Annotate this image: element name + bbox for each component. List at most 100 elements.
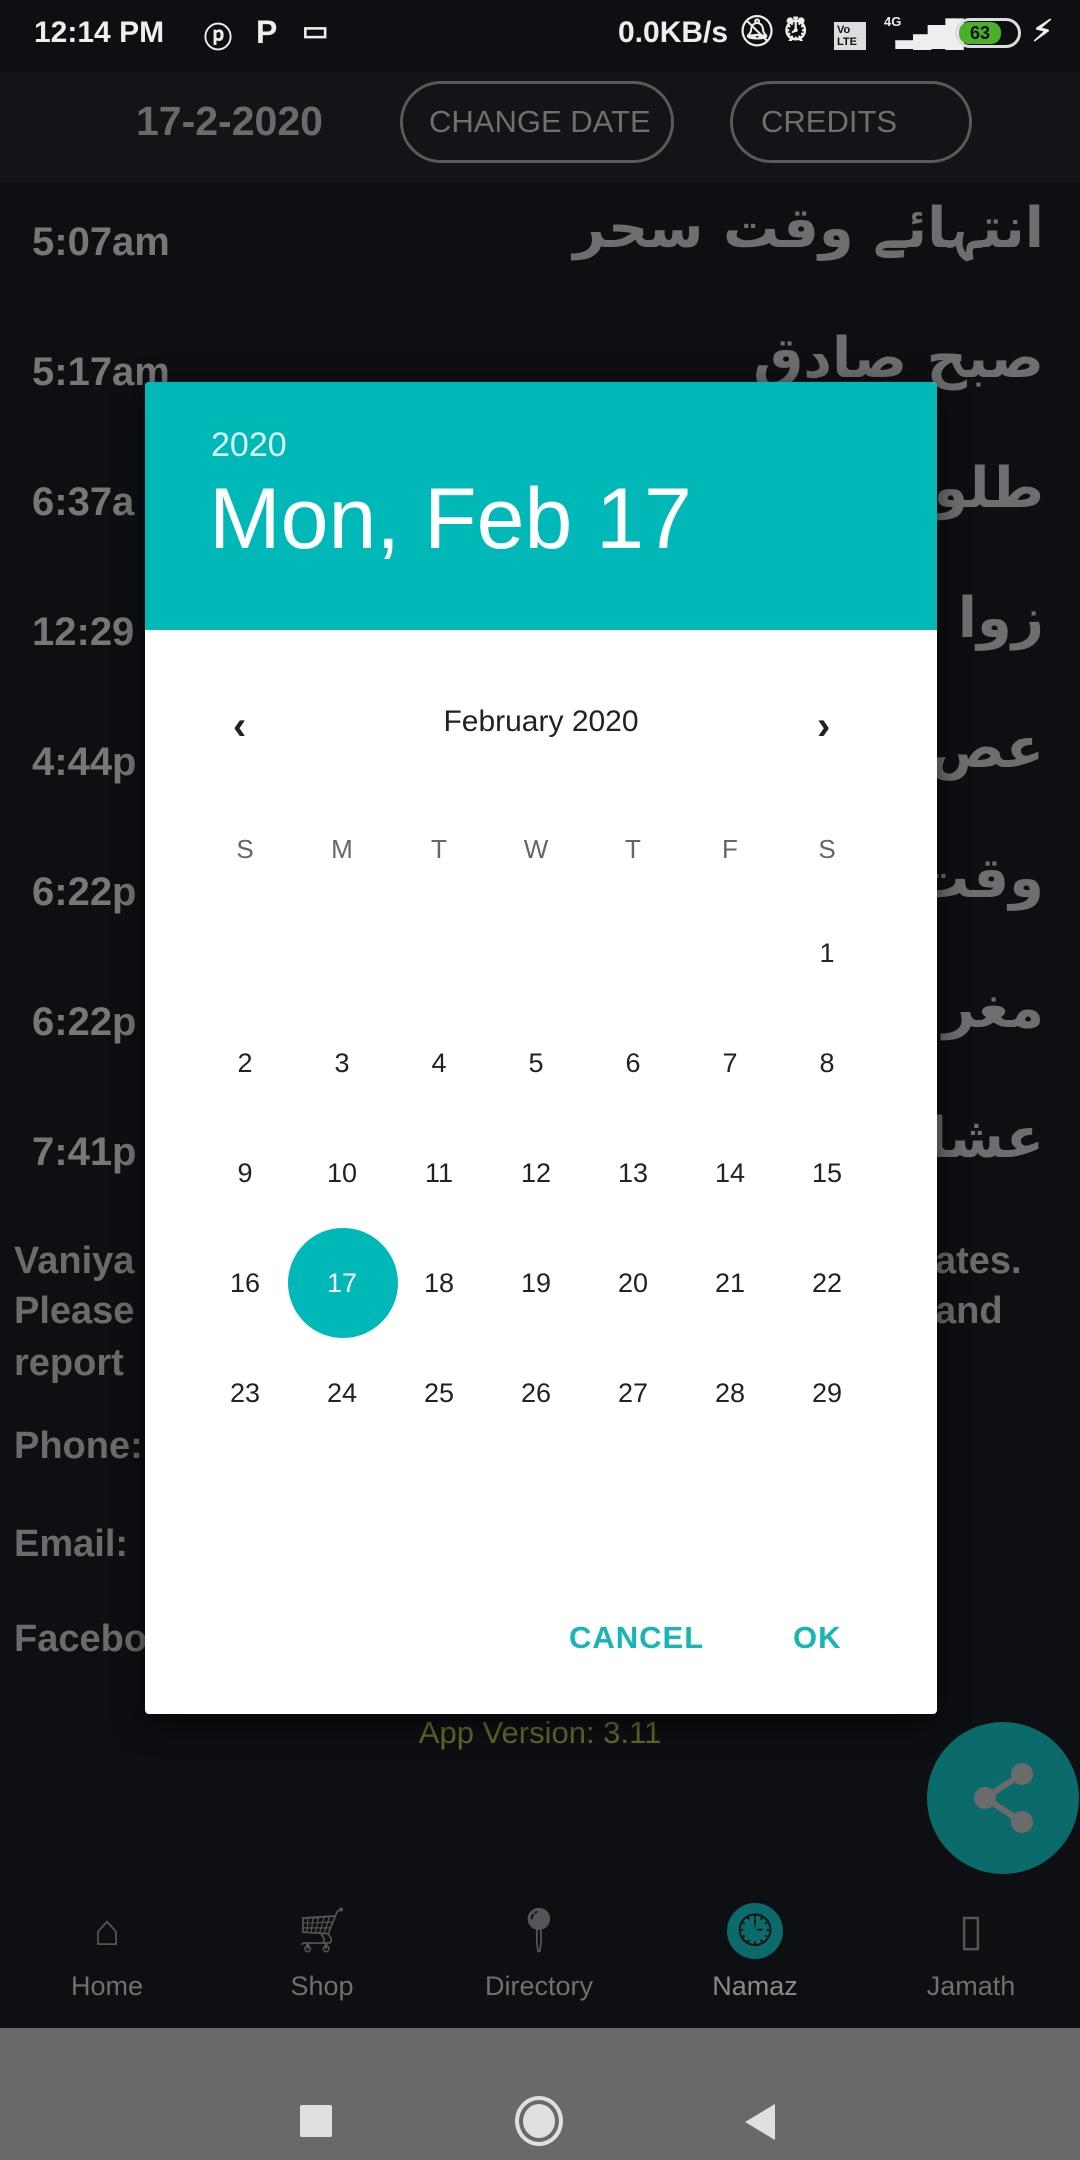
clock-icon: 🕒︎ — [727, 1903, 783, 1959]
info-line: ates. — [935, 1240, 1022, 1282]
home-icon: ⌂ — [93, 1906, 121, 1955]
calendar-day[interactable]: 6 — [585, 1048, 681, 1079]
calendar-day[interactable]: 19 — [488, 1268, 584, 1299]
prayer-name: عص — [929, 716, 1044, 781]
calendar-day[interactable]: 24 — [294, 1378, 390, 1409]
cancel-button[interactable]: CANCEL — [569, 1620, 704, 1656]
calendar-day[interactable]: 11 — [391, 1158, 487, 1189]
credits-button[interactable]: CREDITS — [730, 81, 972, 163]
nav-label: Namaz — [712, 1971, 798, 2001]
volte-icon: Vo LTE — [834, 22, 866, 50]
calendar-day[interactable]: 12 — [488, 1158, 584, 1189]
date-header: 17-2-2020 CHANGE DATE CREDITS — [0, 72, 1080, 182]
calendar-day[interactable]: 3 — [294, 1048, 390, 1079]
prayer-time: 6:22p — [32, 1000, 137, 1044]
nav-label: Jamath — [926, 1971, 1016, 2001]
status-bar: 12:14 PM ⓟ P ▭ 0.0KB/s 🔕︎ ⏰︎ Vo LTE 4G ▂… — [0, 0, 1080, 72]
cart-icon: 🛒︎ — [294, 1906, 350, 1955]
nav-item-directory[interactable]: 📍︎ Directory — [449, 1895, 629, 2028]
home-system-button[interactable] — [515, 2096, 563, 2146]
battery-icon: 63 — [955, 18, 1021, 48]
calendar-day[interactable]: 17 — [294, 1268, 390, 1299]
next-month-button[interactable]: › — [817, 704, 830, 749]
prayer-name: مغر — [942, 976, 1044, 1041]
nav-label: Home — [70, 1971, 144, 2001]
selected-year[interactable]: 2020 — [211, 426, 287, 465]
nav-item-home[interactable]: ⌂ Home — [17, 1895, 197, 2028]
email-label: Email: — [14, 1523, 129, 1565]
bell-muted-icon: 🔕︎ — [738, 15, 777, 48]
prayer-time: 7:41p — [32, 1130, 137, 1174]
current-date: 17-2-2020 — [136, 98, 323, 144]
prayer-time: 6:22p — [32, 870, 137, 914]
nav-item-jamath[interactable]: ▯ Jamath — [881, 1895, 1061, 2028]
calendar-day[interactable]: 5 — [488, 1048, 584, 1079]
calendar-day[interactable]: 26 — [488, 1378, 584, 1409]
phone-label: Phone: — [14, 1425, 143, 1467]
calendar-day[interactable]: 10 — [294, 1158, 390, 1189]
charging-icon: ⚡︎ — [1032, 15, 1054, 48]
weekday-label: W — [523, 834, 549, 864]
calendar-day[interactable]: 2 — [197, 1048, 293, 1079]
calendar-day[interactable]: 8 — [779, 1048, 875, 1079]
ok-button[interactable]: OK — [793, 1620, 842, 1656]
selected-date: Mon, Feb 17 — [209, 471, 692, 567]
weekday-label: M — [331, 834, 353, 864]
nav-label: Directory — [484, 1971, 593, 2001]
calendar-day[interactable]: 20 — [585, 1268, 681, 1299]
calendar-day[interactable]: 23 — [197, 1378, 293, 1409]
calendar-day[interactable]: 25 — [391, 1378, 487, 1409]
calendar-day[interactable]: 4 — [391, 1048, 487, 1079]
prayer-time: 6:37a — [32, 480, 135, 524]
back-button[interactable] — [745, 2104, 775, 2140]
net-speed: 0.0KB/s — [618, 16, 729, 49]
calendar-day[interactable]: 9 — [197, 1158, 293, 1189]
prayer-name: طلو — [933, 456, 1044, 521]
calendar-day[interactable]: 21 — [682, 1268, 778, 1299]
signal-icon: ▂▄▆█ — [896, 18, 964, 48]
calendar-day[interactable]: 22 — [779, 1268, 875, 1299]
share-icon — [974, 1763, 1033, 1833]
share-fab[interactable] — [927, 1722, 1079, 1874]
calendar-day[interactable]: 15 — [779, 1158, 875, 1189]
location-pin-icon: 📍︎ — [511, 1906, 567, 1955]
calendar-day[interactable]: 27 — [585, 1378, 681, 1409]
calendar-day[interactable]: 29 — [779, 1378, 875, 1409]
prayer-name: عشا — [927, 1106, 1044, 1171]
prayer-time: 4:44p — [32, 740, 137, 784]
bottom-navigation: ⌂ Home 🛒︎ Shop 📍︎ Directory 🕒︎ Namaz ▯ Jamath — [0, 1895, 1080, 2028]
jamath-icon: ▯ — [958, 1906, 984, 1955]
calendar-day[interactable]: 14 — [682, 1158, 778, 1189]
date-picker-dialog: 2020 Mon, Feb 17 ‹ February 2020 › SMTWT… — [145, 382, 937, 1714]
change-date-button[interactable]: CHANGE DATE — [400, 81, 674, 163]
app-version: App Version: 3.11 — [418, 1715, 662, 1750]
laptop-icon: ▭ — [302, 15, 329, 46]
pinterest-icon: ⓟ — [204, 22, 233, 53]
p-app-icon: P — [256, 14, 278, 50]
nav-item-namaz[interactable]: 🕒︎ Namaz — [665, 1895, 845, 2028]
calendar-day[interactable]: 28 — [682, 1378, 778, 1409]
info-line: and — [935, 1290, 1003, 1332]
date-picker-header: 2020 Mon, Feb 17 — [145, 382, 937, 630]
calendar-day[interactable]: 18 — [391, 1268, 487, 1299]
weekday-label: T — [431, 834, 447, 864]
info-line: report — [14, 1342, 124, 1384]
weekday-label: F — [722, 834, 738, 864]
weekday-label: S — [818, 834, 836, 864]
calendar-day[interactable]: 16 — [197, 1268, 293, 1299]
prayer-name: زوا — [957, 586, 1044, 651]
calendar-day[interactable]: 7 — [682, 1048, 778, 1079]
info-line: Please — [14, 1290, 135, 1332]
prayer-time: 5:07am — [32, 220, 170, 264]
battery-level: 63 — [959, 22, 1001, 44]
prayer-name: انتہائے وقت سحر — [573, 196, 1044, 261]
calendar-day[interactable]: 1 — [779, 938, 875, 969]
clock: 12:14 PM — [34, 16, 165, 49]
info-line: Vaniya — [14, 1240, 135, 1282]
facebook-label: Facebo — [14, 1618, 148, 1660]
alarm-icon: ⏰︎ — [784, 14, 808, 47]
recents-button[interactable] — [300, 2105, 332, 2137]
nav-item-shop[interactable]: 🛒︎ Shop — [232, 1895, 412, 2028]
calendar-day[interactable]: 13 — [585, 1158, 681, 1189]
weekday-label: T — [625, 834, 641, 864]
